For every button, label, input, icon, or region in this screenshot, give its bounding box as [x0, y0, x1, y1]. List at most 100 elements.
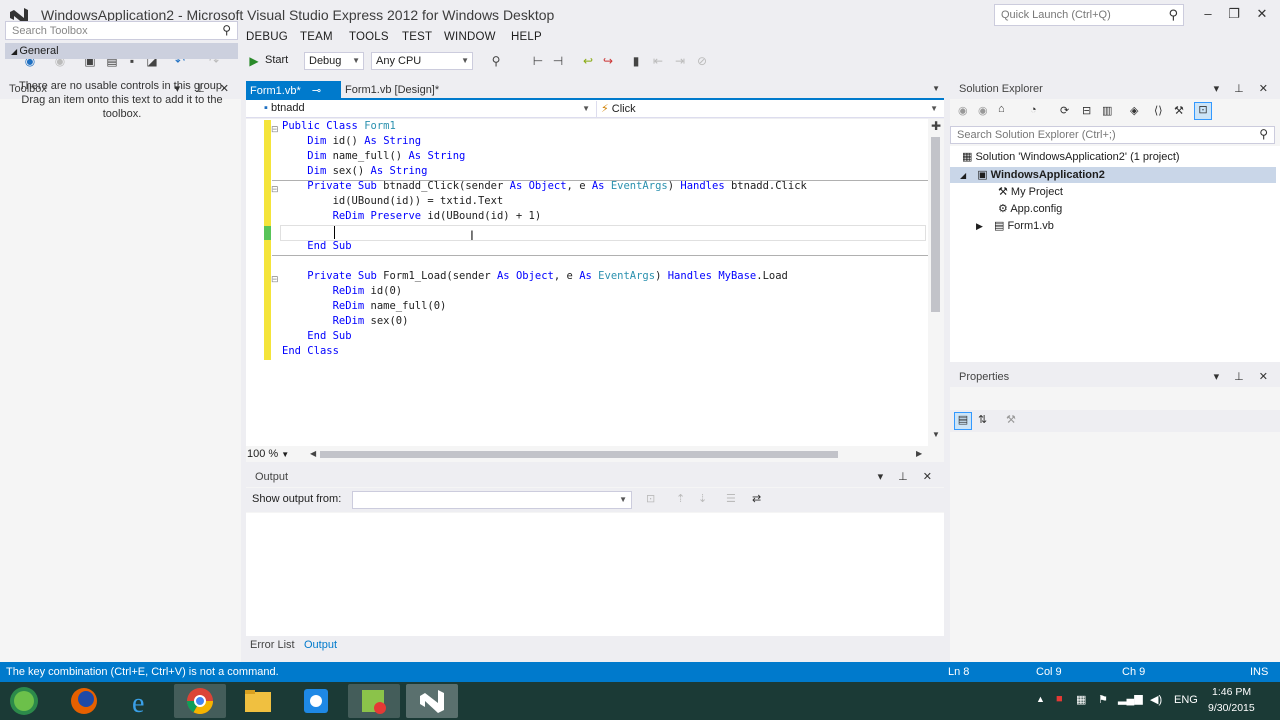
start-button[interactable]: Start [265, 54, 288, 66]
horizontal-scroll-thumb[interactable] [320, 451, 838, 458]
alphabetical-icon[interactable]: ⇅ [978, 413, 987, 426]
comment-icon[interactable]: ↩ [580, 53, 596, 69]
find-icon[interactable]: ⚲ [488, 53, 504, 69]
output-source-select[interactable]: ▼ [352, 491, 632, 509]
taskbar-screen-capture[interactable] [290, 684, 342, 718]
taskbar-firefox[interactable] [58, 684, 110, 718]
tree-item-solution[interactable]: ▦ Solution 'WindowsApplication2' (1 proj… [962, 150, 1180, 166]
vertical-scroll-thumb[interactable] [931, 137, 940, 312]
taskbar-chrome[interactable] [174, 684, 226, 718]
clear-all-icon[interactable]: ☰ [726, 492, 736, 505]
tray-network-icon[interactable]: ▦ [1076, 693, 1086, 706]
preview-icon[interactable]: ⊡ [1194, 102, 1212, 120]
view-code-icon[interactable]: ◈ [1130, 104, 1138, 117]
pin-icon[interactable]: ⊸ [312, 85, 321, 97]
class-select[interactable]: ▪ btnadd ▼ [260, 101, 594, 117]
word-wrap-icon[interactable]: ⇄ [752, 492, 761, 505]
tab-form1-vb[interactable]: Form1.vb* ⊸ ✕ [246, 81, 341, 110]
change-tracking-bar [264, 120, 271, 360]
show-hidden-icons[interactable]: ▲ [1036, 694, 1045, 704]
status-bar: The key combination (Ctrl+E, Ctrl+V) is … [0, 662, 1280, 682]
output-text-area[interactable] [246, 513, 944, 636]
show-all-files-icon[interactable]: ▥ [1102, 104, 1112, 117]
tray-flag-icon[interactable]: ⚑ [1098, 693, 1108, 706]
step-icon[interactable]: ⊢ [530, 53, 546, 69]
tree-item-project[interactable]: ◢ ▣ WindowsApplication2 [960, 168, 1105, 184]
tray-volume-icon[interactable]: ◀) [1150, 693, 1162, 706]
collapse-all-icon[interactable]: ⊟ [1082, 104, 1091, 117]
configuration-select[interactable]: Debug ▼ [304, 52, 364, 70]
back-icon[interactable]: ◉ [958, 104, 968, 117]
tab-error-list[interactable]: Error List [250, 639, 295, 651]
start-icon[interactable]: ▶ [246, 53, 262, 69]
method-select-value: Click [611, 103, 636, 115]
panel-controls-icon[interactable]: ▾ ⊥ ✕ [1214, 370, 1274, 383]
taskbar-internet-explorer[interactable]: e [116, 684, 168, 719]
control-icon: ▪ [264, 102, 268, 114]
uncomment-icon[interactable]: ↪ [600, 53, 616, 69]
document-tabs: Form1.vb* ⊸ ✕ Form1.vb [Design]* ▼ [246, 80, 944, 110]
property-pages-icon[interactable]: ⚒ [1006, 413, 1016, 426]
next-bookmark-icon[interactable]: ⇥ [672, 53, 688, 69]
menu-window[interactable]: WINDOW [444, 31, 496, 43]
outline-collapse-icon[interactable]: ⊟ [271, 184, 279, 195]
taskbar-visual-studio[interactable] [406, 684, 458, 718]
solution-search-input[interactable]: Search Solution Explorer (Ctrl+;) ⚲ [950, 126, 1275, 144]
clock-date[interactable]: 9/30/2015 [1208, 702, 1255, 714]
view-designer-icon[interactable]: ⟨⟩ [1154, 104, 1163, 117]
quick-launch-input[interactable]: Quick Launch (Ctrl+Q) ⚲ [994, 4, 1184, 26]
scroll-right-icon[interactable]: ▶ [916, 449, 922, 458]
bookmark-icon[interactable]: ▮ [628, 53, 644, 69]
zoom-level[interactable]: 100 % ▼ [247, 448, 289, 460]
tree-item-app-config[interactable]: ⚙ App.config [998, 202, 1062, 218]
clock-time[interactable]: 1:46 PM [1212, 686, 1251, 698]
menu-test[interactable]: TEST [402, 31, 432, 43]
tray-app-icon[interactable]: ■ [1056, 693, 1063, 705]
restore-button[interactable]: ❐ [1222, 4, 1246, 24]
format-icon[interactable]: ⊣ [550, 53, 566, 69]
home-icon[interactable]: ⌂ [998, 103, 1005, 115]
sync-icon[interactable]: ◔ [1030, 104, 1037, 116]
categorized-icon[interactable]: ▤ [954, 412, 972, 430]
prev-bookmark-icon[interactable]: ⇤ [650, 53, 666, 69]
output-title: Output [255, 471, 289, 483]
tab-output[interactable]: Output [304, 639, 337, 651]
tree-item-form1[interactable]: ▶ ▤ Form1.vb [976, 219, 1054, 235]
method-select[interactable]: ⚡ Click ▼ [596, 101, 942, 117]
chrome-icon [186, 688, 214, 715]
menu-team[interactable]: TEAM [300, 31, 333, 43]
close-button[interactable]: ✕ [1250, 4, 1274, 24]
prev-message-icon[interactable]: ⇡ [676, 492, 685, 505]
tab-dropdown-icon[interactable]: ▼ [932, 84, 940, 93]
panel-controls-icon[interactable]: ▾ ⊥ ✕ [1214, 82, 1274, 95]
taskbar-app[interactable] [348, 684, 400, 718]
menu-tools[interactable]: TOOLS [349, 31, 389, 43]
status-line: Ln 8 [948, 666, 970, 678]
clear-bookmarks-icon[interactable]: ⊘ [694, 53, 710, 69]
tab-form1-design[interactable]: Form1.vb [Design]* [341, 81, 481, 99]
menu-debug[interactable]: DEBUG [246, 31, 288, 43]
code-line: Public Class Form1 [282, 120, 396, 132]
forward-icon[interactable]: ◉ [978, 104, 988, 117]
toolbox-search-input[interactable]: Search Toolbox ⚲ [5, 21, 238, 40]
properties-icon[interactable]: ⚒ [1174, 104, 1184, 117]
scroll-down-icon[interactable]: ▼ [932, 430, 940, 439]
outline-collapse-icon[interactable]: ⊟ [271, 124, 279, 135]
split-icon[interactable]: ✚ [931, 119, 941, 133]
scroll-left-icon[interactable]: ◀ [310, 449, 316, 458]
toolbox-search-placeholder: Search Toolbox [12, 25, 88, 37]
find-message-icon[interactable]: ⊡ [646, 492, 655, 505]
tree-item-my-project[interactable]: ⚒ My Project [998, 185, 1063, 201]
panel-controls-icon[interactable]: ▾ ⊥ ✕ [878, 470, 938, 483]
taskbar-file-explorer[interactable] [232, 684, 284, 718]
minimize-button[interactable]: – [1196, 4, 1220, 24]
outline-collapse-icon[interactable]: ⊟ [271, 274, 279, 285]
next-message-icon[interactable]: ⇣ [698, 492, 707, 505]
menu-help[interactable]: HELP [511, 31, 542, 43]
refresh-icon[interactable]: ⟳ [1060, 104, 1069, 117]
input-language[interactable]: ENG [1174, 694, 1198, 706]
start-button[interactable] [2, 684, 54, 718]
tray-signal-icon[interactable]: ▂▄▆ [1118, 692, 1143, 705]
platform-select[interactable]: Any CPU ▼ [371, 52, 473, 70]
toolbox-group-general[interactable]: ◢ General [5, 43, 238, 59]
